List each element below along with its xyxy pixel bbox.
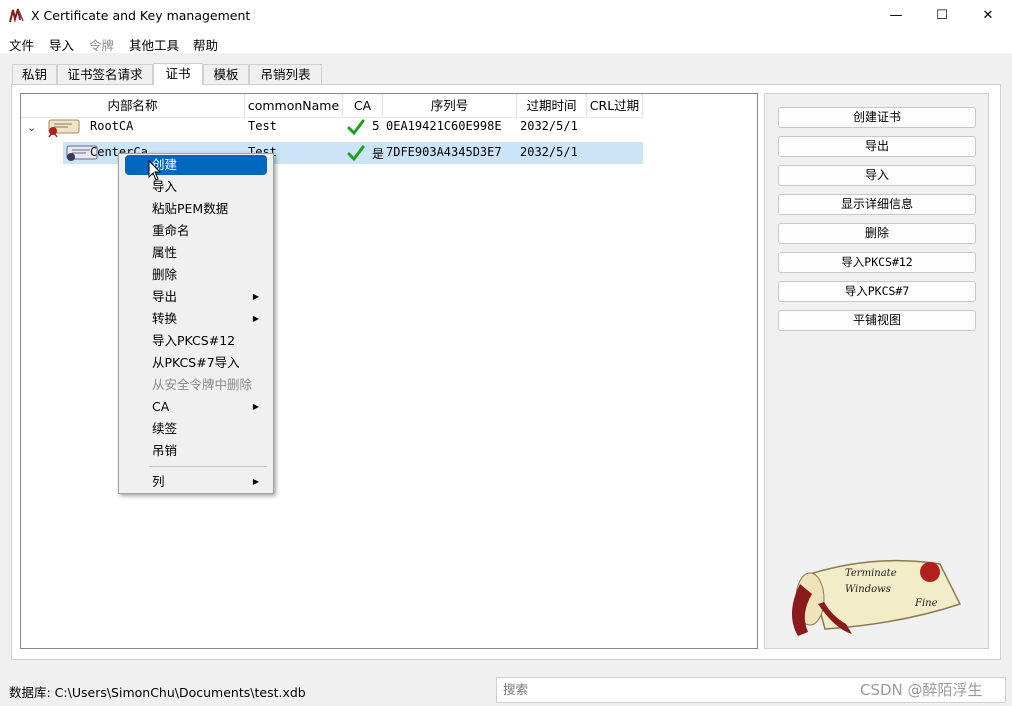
tab-revocation-lists[interactable]: 吊销列表 xyxy=(249,64,322,84)
close-button[interactable]: ✕ xyxy=(965,0,1011,31)
ctx-delete-from-token: 从安全令牌中删除 xyxy=(152,377,253,392)
submenu-arrow-icon: ▶ xyxy=(252,477,259,486)
ctx-import[interactable]: 导入 xyxy=(125,177,267,197)
mouse-cursor-icon xyxy=(148,160,162,181)
expand-chevron-icon[interactable]: ⌄ xyxy=(27,121,36,134)
menu-help[interactable]: 帮助 xyxy=(193,35,218,54)
cell-ca: 5 xyxy=(372,119,380,133)
col-header-crl-expiry[interactable]: CRL过期 xyxy=(587,94,643,118)
search-placeholder: 搜索 xyxy=(503,682,529,697)
ctx-delete[interactable]: 删除 xyxy=(125,265,267,285)
ctx-properties[interactable]: 属性 xyxy=(125,243,267,263)
ctx-create[interactable]: 创建 xyxy=(125,155,267,175)
title-bar: X Certificate and Key management — ☐ ✕ xyxy=(0,0,1012,31)
submenu-arrow-icon: ▶ xyxy=(252,314,259,323)
menu-token[interactable]: 令牌 xyxy=(89,35,114,54)
cell-serial: 0EA19421C60E998E xyxy=(386,119,502,133)
submenu-arrow-icon: ▶ xyxy=(252,402,259,411)
import-pkcs7-button[interactable]: 导入PKCS#7 xyxy=(778,281,976,302)
col-header-serial[interactable]: 序列号 xyxy=(383,94,517,118)
minimize-button[interactable]: — xyxy=(873,0,919,31)
action-panel: 创建证书 导出 导入 显示详细信息 删除 导入PKCS#12 导入PKCS#7 … xyxy=(764,93,989,649)
check-icon xyxy=(347,119,365,136)
tab-templates[interactable]: 模板 xyxy=(203,64,249,84)
table-row[interactable]: ⌄ RootCA Test 5 0EA19421C60E998E 2032/5/… xyxy=(21,116,643,138)
ctx-columns[interactable]: 列 ▶ xyxy=(125,472,267,492)
tab-csr[interactable]: 证书签名请求 xyxy=(57,64,153,84)
ctx-rename[interactable]: 重命名 xyxy=(125,221,267,241)
menu-file[interactable]: 文件 xyxy=(9,35,34,54)
import-button[interactable]: 导入 xyxy=(778,165,976,186)
ctx-convert[interactable]: 转换 ▶ xyxy=(125,309,267,329)
scroll-illustration: Terminate Windows Fine xyxy=(791,559,962,636)
ctx-renew[interactable]: 续签 xyxy=(125,419,267,439)
ctx-import-from-pkcs7[interactable]: 从PKCS#7导入 xyxy=(125,353,267,373)
ctx-revoke[interactable]: 吊销 xyxy=(125,441,267,461)
context-menu: 创建 导入 粘贴PEM数据 重命名 属性 删除 导出 ▶ 转换 ▶ 导入PKCS#1… xyxy=(118,153,274,494)
cell-expiry: 2032/5/1 xyxy=(520,145,578,159)
database-path: 数据库: C:\Users\SimonChu\Documents\test.xd… xyxy=(9,685,306,700)
cell-name: RootCA xyxy=(90,119,134,133)
xca-app-icon xyxy=(9,8,24,23)
submenu-arrow-icon: ▶ xyxy=(252,292,259,301)
ctx-paste-pem[interactable]: 粘贴PEM数据 xyxy=(125,199,267,219)
watermark: CSDN @醉陌浮生 xyxy=(860,681,983,699)
svg-text:Terminate: Terminate xyxy=(845,568,897,579)
show-details-button[interactable]: 显示详细信息 xyxy=(778,194,976,215)
maximize-button[interactable]: ☐ xyxy=(919,0,965,31)
cell-serial: 7DFE903A4345D3E7 xyxy=(386,145,502,159)
menu-separator xyxy=(149,466,267,467)
col-header-ca[interactable]: CA xyxy=(343,94,383,118)
certificate-icon xyxy=(48,119,80,137)
cell-common-name: Test xyxy=(248,119,277,133)
ctx-export[interactable]: 导出 ▶ xyxy=(125,287,267,307)
import-pkcs12-button[interactable]: 导入PKCS#12 xyxy=(778,252,976,273)
export-button[interactable]: 导出 xyxy=(778,136,976,157)
menu-bar: 文件 导入 令牌 其他工具 帮助 xyxy=(0,31,1012,53)
col-header-common-name[interactable]: commonName xyxy=(245,94,343,118)
status-bar: 数据库: C:\Users\SimonChu\Documents\test.xd… xyxy=(0,676,1012,706)
svg-text:Fine: Fine xyxy=(914,598,938,609)
cell-ca: 是 xyxy=(372,147,385,161)
ctx-ca[interactable]: CA ▶ xyxy=(125,397,267,417)
ctx-import-pkcs12[interactable]: 导入PKCS#12 xyxy=(125,331,267,351)
tab-private-keys[interactable]: 私钥 xyxy=(12,64,57,84)
sort-indicator-icon: ︿ xyxy=(129,98,137,107)
col-header-internal-name[interactable]: ︿ 内部名称 xyxy=(21,94,245,118)
window-title: X Certificate and Key management xyxy=(31,8,251,23)
tab-certificates[interactable]: 证书 xyxy=(153,63,203,85)
tile-view-button[interactable]: 平铺视图 xyxy=(778,310,976,331)
create-certificate-button[interactable]: 创建证书 xyxy=(778,107,976,128)
cell-expiry: 2032/5/1 xyxy=(520,119,578,133)
col-header-expiry[interactable]: 过期时间 xyxy=(517,94,587,118)
menu-other-tools[interactable]: 其他工具 xyxy=(129,35,179,54)
delete-button[interactable]: 删除 xyxy=(778,223,976,244)
menu-import[interactable]: 导入 xyxy=(49,35,74,54)
svg-text:Windows: Windows xyxy=(845,584,891,595)
check-icon xyxy=(347,145,365,162)
